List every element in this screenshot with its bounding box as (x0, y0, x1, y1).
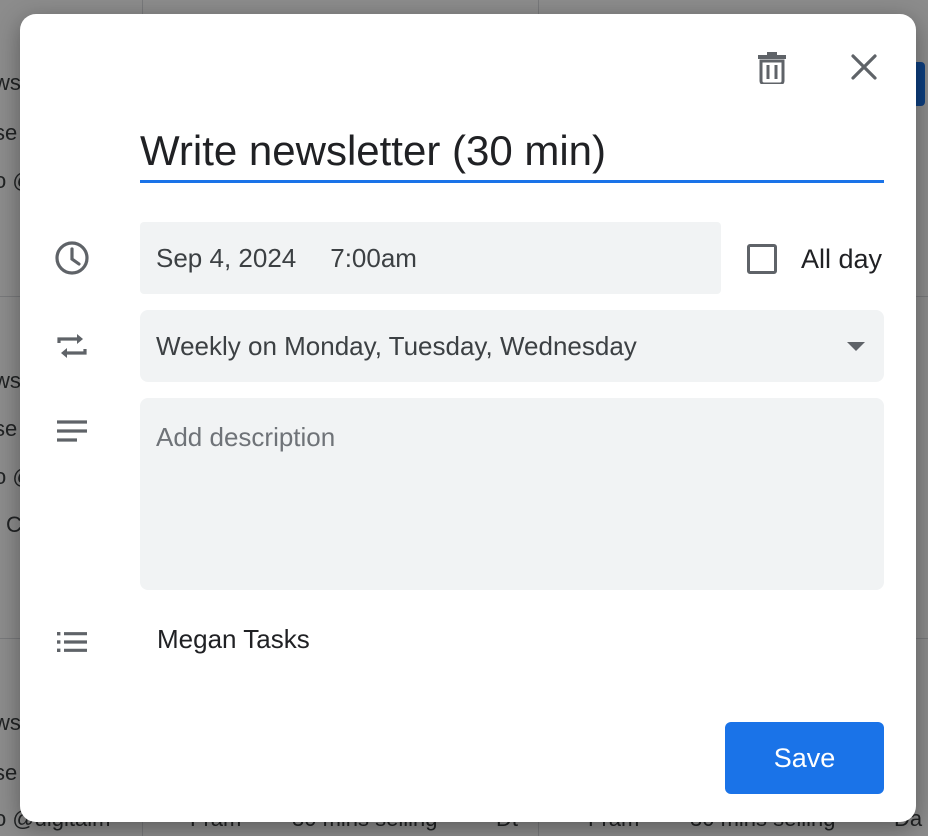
time-picker[interactable]: 7:00am (330, 243, 417, 274)
close-icon (851, 54, 877, 80)
all-day-label: All day (801, 243, 883, 274)
date-time-field: Sep 4, 2024 7:00am (140, 222, 721, 294)
date-picker[interactable]: Sep 4, 2024 (156, 243, 296, 274)
task-list-selector[interactable]: Megan Tasks (157, 624, 310, 655)
clock-icon (50, 236, 94, 280)
delete-button[interactable] (748, 43, 796, 91)
description-input[interactable] (140, 398, 884, 590)
repeat-value: Weekly on Monday, Tuesday, Wednesday (156, 330, 637, 361)
all-day-checkbox[interactable] (747, 244, 777, 274)
repeat-icon (50, 324, 94, 368)
repeat-select[interactable]: Weekly on Monday, Tuesday, Wednesday (140, 310, 884, 382)
task-edit-dialog: Write newsletter (30 min) Sep 4, 2024 7:… (20, 14, 916, 822)
save-button[interactable]: Save (725, 722, 884, 794)
chevron-down-icon (847, 341, 865, 351)
description-icon (50, 410, 94, 454)
close-button[interactable] (840, 43, 888, 91)
title-input[interactable]: Write newsletter (30 min) (140, 122, 884, 183)
list-icon (50, 620, 94, 664)
trash-icon (758, 52, 786, 84)
all-day-toggle[interactable]: All day (747, 240, 882, 278)
